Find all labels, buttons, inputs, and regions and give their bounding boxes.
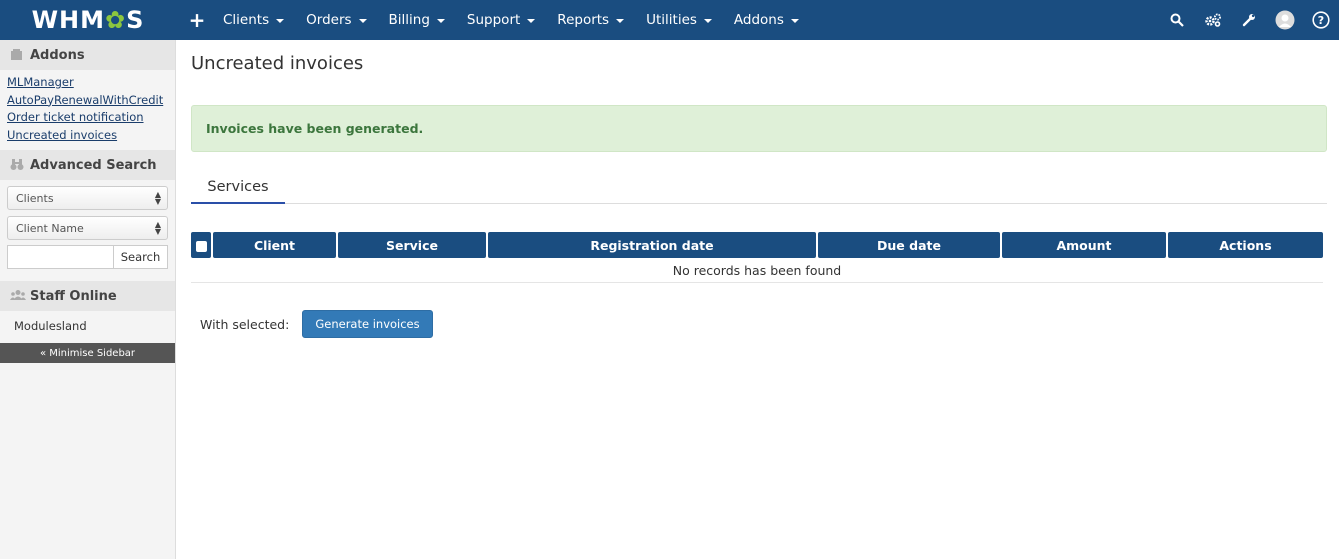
col-actions: Actions	[1168, 232, 1323, 258]
table-row: No records has been found	[191, 258, 1323, 283]
generate-invoices-button[interactable]: Generate invoices	[302, 310, 433, 338]
cube-icon	[10, 48, 24, 62]
header-tools: ?	[1167, 0, 1331, 40]
services-table: Client Service Registration date Due dat…	[189, 232, 1325, 283]
sidebar-link-order-ticket[interactable]: Order ticket notification	[7, 109, 168, 127]
caret-down-icon	[358, 19, 367, 23]
sidebar-header-label: Staff Online	[30, 288, 117, 304]
search-button[interactable]: Search	[114, 245, 168, 269]
gears-icon[interactable]	[1203, 10, 1223, 30]
select-all-checkbox[interactable]	[195, 240, 207, 252]
tab-services[interactable]: Services	[191, 172, 285, 204]
nav-billing[interactable]: Billing	[378, 0, 456, 40]
nav-reports[interactable]: Reports	[546, 0, 635, 40]
table-header-row: Client Service Registration date Due dat…	[191, 232, 1323, 258]
col-amount[interactable]: Amount	[1002, 232, 1166, 258]
plus-icon[interactable]: +	[182, 8, 212, 32]
col-service[interactable]: Service	[338, 232, 486, 258]
caret-down-icon	[276, 19, 285, 23]
nav-label: Billing	[388, 12, 430, 28]
caret-down-icon	[527, 19, 536, 23]
sidebar: Addons MLManager AutoPayRenewalWithCredi…	[0, 40, 176, 559]
nav-label: Addons	[733, 12, 784, 28]
with-selected-label: With selected:	[200, 316, 290, 332]
help-icon[interactable]: ?	[1311, 10, 1331, 30]
select-arrows-icon: ▲ ▼	[154, 220, 161, 236]
users-icon	[10, 289, 26, 303]
empty-message: No records has been found	[191, 258, 1323, 283]
binoculars-icon	[10, 158, 24, 172]
logo-text: WHM	[31, 6, 106, 34]
sidebar-header-staff-online: Staff Online	[0, 281, 175, 311]
top-navbar: WHM ✿ S + Clients Orders Billing Support R…	[0, 0, 1339, 40]
search-icon[interactable]	[1167, 10, 1187, 30]
nav-support[interactable]: Support	[456, 0, 546, 40]
invoices-table-wrap: Client Service Registration date Due dat…	[191, 232, 1327, 283]
caret-down-icon	[436, 19, 445, 23]
caret-down-icon	[616, 19, 625, 23]
main-content: Uncreated invoices Invoices have been ge…	[191, 40, 1327, 338]
success-alert: Invoices have been generated.	[191, 105, 1327, 152]
col-due-date[interactable]: Due date	[818, 232, 1000, 258]
sidebar-search: Search	[7, 245, 168, 269]
nav-label: Support	[466, 12, 521, 28]
nav-clients[interactable]: Clients	[212, 0, 295, 40]
col-client[interactable]: Client	[213, 232, 336, 258]
minimise-sidebar-button[interactable]: « Minimise Sidebar	[0, 343, 175, 363]
nav-label: Orders	[306, 12, 352, 28]
nav-label: Utilities	[646, 12, 697, 28]
sidebar-header-label: Addons	[30, 47, 85, 63]
select-value: Client Name	[16, 221, 84, 235]
nav-utilities[interactable]: Utilities	[635, 0, 723, 40]
page-title: Uncreated invoices	[191, 53, 364, 74]
staff-online-user: Modulesland	[14, 319, 87, 333]
nav-label: Reports	[557, 12, 610, 28]
wrench-icon[interactable]	[1239, 10, 1259, 30]
bulk-actions: With selected: Generate invoices	[191, 310, 1327, 338]
sidebar-header-advanced-search: Advanced Search	[0, 150, 175, 180]
select-arrows-icon: ▲ ▼	[154, 190, 161, 206]
nav-addons[interactable]: Addons	[723, 0, 810, 40]
svg-text:?: ?	[1318, 14, 1324, 27]
main-nav: Clients Orders Billing Support Reports U…	[212, 0, 810, 40]
search-input[interactable]	[7, 245, 114, 269]
caret-down-icon	[703, 19, 712, 23]
search-type-select[interactable]: Clients ▲ ▼	[7, 186, 168, 210]
logo-gear-icon: ✿	[105, 6, 127, 34]
avatar-icon[interactable]	[1275, 10, 1295, 30]
sidebar-header-label: Advanced Search	[30, 157, 157, 173]
select-all-header	[191, 232, 211, 258]
caret-down-icon	[790, 19, 799, 23]
logo-text-end: S	[126, 6, 145, 34]
sidebar-link-mlmanager[interactable]: MLManager	[7, 74, 168, 92]
whmcs-logo[interactable]: WHM ✿ S	[0, 0, 176, 40]
nav-orders[interactable]: Orders	[295, 0, 377, 40]
nav-label: Clients	[223, 12, 270, 28]
search-field-select[interactable]: Client Name ▲ ▼	[7, 216, 168, 240]
col-registration-date[interactable]: Registration date	[488, 232, 816, 258]
sidebar-link-autopay[interactable]: AutoPayRenewalWithCredit	[7, 92, 168, 110]
select-value: Clients	[16, 191, 54, 205]
addon-links: MLManager AutoPayRenewalWithCredit Order…	[0, 70, 175, 150]
tabs-bar: Services	[191, 172, 1327, 204]
sidebar-link-uncreated-invoices[interactable]: Uncreated invoices	[7, 127, 168, 145]
sidebar-header-addons: Addons	[0, 40, 175, 70]
